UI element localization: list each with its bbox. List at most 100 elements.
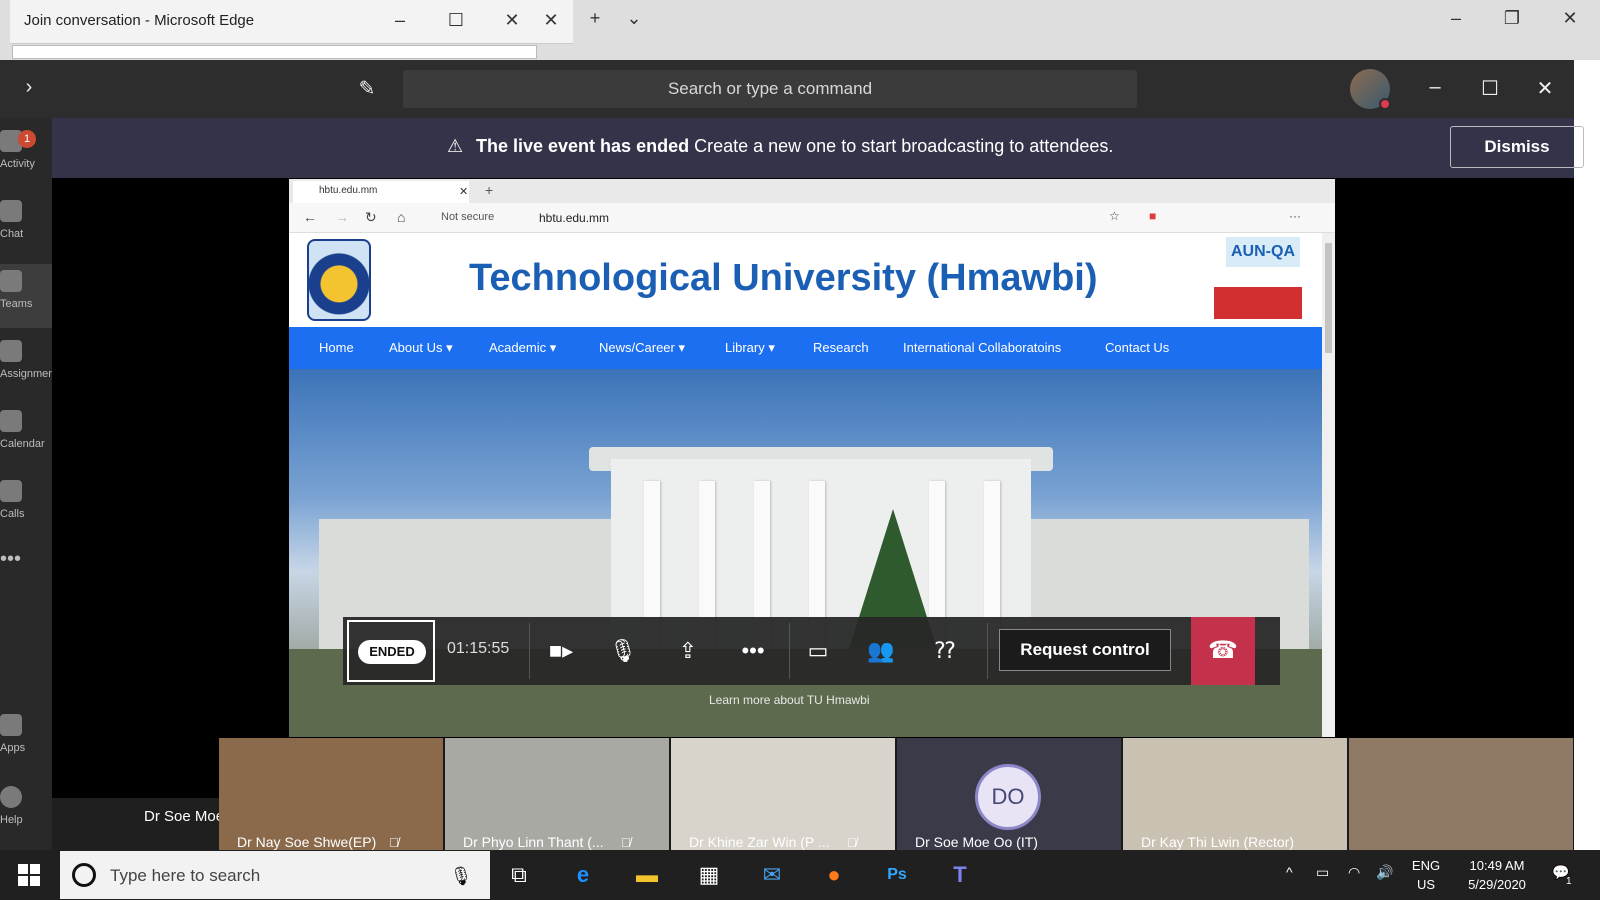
nav-international: International Collaboratoins <box>903 340 1062 355</box>
more-apps-icon[interactable]: ••• <box>0 548 52 612</box>
chat-icon[interactable]: ▭ <box>801 634 835 668</box>
rail-item-apps[interactable]: Apps <box>0 708 52 772</box>
windows-start-icon[interactable] <box>17 863 41 887</box>
site-nav-menu: Home About Us ▾ Academic ▾ News/Career ▾… <box>289 327 1322 369</box>
participant-tile[interactable]: Dr Nay Soe Shwe(EP) 🎙̸ <box>219 738 443 850</box>
teams-close-icon[interactable]: ✕ <box>1530 76 1560 101</box>
file-explorer-icon[interactable]: ▬ <box>630 858 664 892</box>
hero-caption: Learn more about TU Hmawbi <box>709 693 870 707</box>
shared-browser-tab: hbtu.edu.mm ✕ <box>293 181 469 203</box>
request-control-button[interactable]: Request control <box>999 629 1171 671</box>
participant-tile[interactable]: Dr Khine Zar Win (P ... 🎙̸ <box>671 738 895 850</box>
phone-icon <box>0 480 22 502</box>
edge-window-tab[interactable]: Join conversation - Microsoft Edge – ☐ ✕ <box>10 0 573 44</box>
apps-icon <box>0 714 22 736</box>
edge-restore-icon[interactable]: ❐ <box>1500 8 1524 29</box>
taskbar-clock[interactable]: 10:49 AM 5/29/2020 <box>1452 856 1542 894</box>
volume-icon[interactable]: 🔊 <box>1376 864 1393 881</box>
mail-icon[interactable]: ✉ <box>755 858 789 892</box>
expand-chevron-icon[interactable]: › <box>14 76 44 99</box>
microphone-icon[interactable]: 🎙 <box>444 859 478 893</box>
edge-title-bar: Join conversation - Microsoft Edge – ☐ ✕… <box>0 0 1600 60</box>
teams-app-icon[interactable]: T <box>943 858 977 892</box>
rail-item-activity[interactable]: 1 Activity <box>0 124 52 188</box>
mic-off-icon: 🎙̸ <box>389 835 399 850</box>
hang-up-button[interactable]: ☎ <box>1191 617 1255 685</box>
call-timer: 01:15:55 <box>447 640 510 657</box>
new-tab-icon[interactable]: + <box>583 8 607 29</box>
home-icon: ⌂ <box>397 209 406 225</box>
rail-item-label: Teams <box>0 298 33 310</box>
rail-item-teams[interactable]: Teams <box>0 264 52 328</box>
rail-item-chat[interactable]: Chat <box>0 194 52 258</box>
rail-item-assignments[interactable]: Assignments <box>0 334 63 398</box>
participant-tile[interactable]: DO Dr Soe Moe Oo (IT) <box>897 738 1121 850</box>
chat-icon <box>0 200 22 222</box>
mic-off-icon[interactable]: 🎙 <box>606 634 640 668</box>
maximize-icon[interactable]: ☐ <box>444 10 468 31</box>
tab-close-icon[interactable]: ✕ <box>539 10 563 31</box>
nav-library: Library ▾ <box>725 340 775 355</box>
close-icon[interactable]: ✕ <box>500 10 524 31</box>
participants-icon[interactable]: 👥 <box>864 634 898 668</box>
calendar-icon <box>0 410 22 432</box>
hang-up-icon: ☎ <box>1208 637 1238 664</box>
divider <box>529 623 530 679</box>
edge-address-bar[interactable] <box>12 45 537 59</box>
app-rail: 1 Activity Chat Teams Assignments Calend… <box>0 118 63 850</box>
aunqa-badge: AUN-QA <box>1214 237 1304 323</box>
participant-name: Dr Khine Zar Win (P ... <box>689 834 830 850</box>
rail-item-calls[interactable]: Calls <box>0 474 52 538</box>
task-view-icon[interactable]: ⧉ <box>502 858 536 892</box>
language-code: ENG <box>1411 858 1441 873</box>
more-icon: ··· <box>1289 209 1301 223</box>
edge-minimize-icon[interactable]: – <box>1444 8 1468 29</box>
firefox-icon[interactable]: ● <box>817 858 851 892</box>
command-search[interactable]: Search or type a command <box>403 70 1137 108</box>
rail-item-label: Calls <box>0 508 25 520</box>
teams-minimize-icon[interactable]: – <box>1420 76 1450 99</box>
extension-icon: ■ <box>1149 209 1157 223</box>
dismiss-button[interactable]: Dismiss <box>1450 126 1584 168</box>
star-icon: ☆ <box>1109 209 1120 223</box>
teams-maximize-icon[interactable]: ☐ <box>1475 76 1505 101</box>
participant-name: Dr Soe Moe Oo (IT) <box>915 834 1038 850</box>
edge-icon[interactable]: e <box>566 858 600 892</box>
nav-home: Home <box>319 340 354 355</box>
show-hidden-icons-icon[interactable]: ^ <box>1286 864 1293 880</box>
minimize-icon[interactable]: – <box>388 10 412 31</box>
live-event-banner: ⚠ The live event has ended Create a new … <box>52 118 1584 178</box>
mic-off-icon: 🎙̸ <box>847 835 857 850</box>
taskbar-search-placeholder: Type here to search <box>110 866 261 885</box>
shared-tab-bar: hbtu.edu.mm ✕ + <box>289 179 1335 203</box>
edge-close-icon[interactable]: ✕ <box>1558 8 1582 29</box>
camera-icon[interactable]: ■▸ <box>544 634 578 668</box>
language-indicator[interactable]: ENG US <box>1408 856 1444 894</box>
rail-item-label: Chat <box>0 228 24 240</box>
rail-item-calendar[interactable]: Calendar <box>0 404 52 468</box>
qa-icon[interactable]: ⁇ <box>928 634 962 668</box>
wifi-icon[interactable]: ◠ <box>1348 864 1360 881</box>
store-icon[interactable]: ▦ <box>692 858 726 892</box>
new-chat-icon[interactable]: ✎ <box>352 76 382 101</box>
participant-tile[interactable] <box>1349 738 1573 850</box>
nav-contact-us: Contact Us <box>1105 340 1170 355</box>
teams-title-bar: › ✎ Search or type a command – ☐ ✕ <box>0 60 1574 118</box>
banner-bold: The live event has ended <box>476 136 690 156</box>
site-title: Technological University (Hmawbi) <box>469 257 1098 299</box>
clock-time: 10:49 AM <box>1469 858 1525 873</box>
ended-badge: ENDED <box>358 640 426 664</box>
participant-tile[interactable]: Dr Kay Thi Lwin (Rector) <box>1123 738 1347 850</box>
more-options-icon[interactable]: ••• <box>736 634 770 668</box>
rail-item-help[interactable]: Help <box>0 780 52 844</box>
rail-item-label: Apps <box>0 742 26 754</box>
photoshop-icon[interactable]: Ps <box>880 858 914 892</box>
battery-icon[interactable]: ▭ <box>1316 864 1329 881</box>
share-screen-icon[interactable]: ⇪ <box>671 634 705 668</box>
aunqa-label: AUN-QA <box>1226 237 1300 267</box>
taskbar-search[interactable]: Type here to search 🎙 <box>60 851 490 899</box>
chevron-down-icon[interactable]: ⌄ <box>622 8 646 29</box>
nav-about-us: About Us ▾ <box>389 340 453 355</box>
rail-item-label: Calendar <box>0 438 45 450</box>
participant-tile[interactable]: Dr Phyo Linn Thant (... 🎙̸ <box>445 738 669 850</box>
